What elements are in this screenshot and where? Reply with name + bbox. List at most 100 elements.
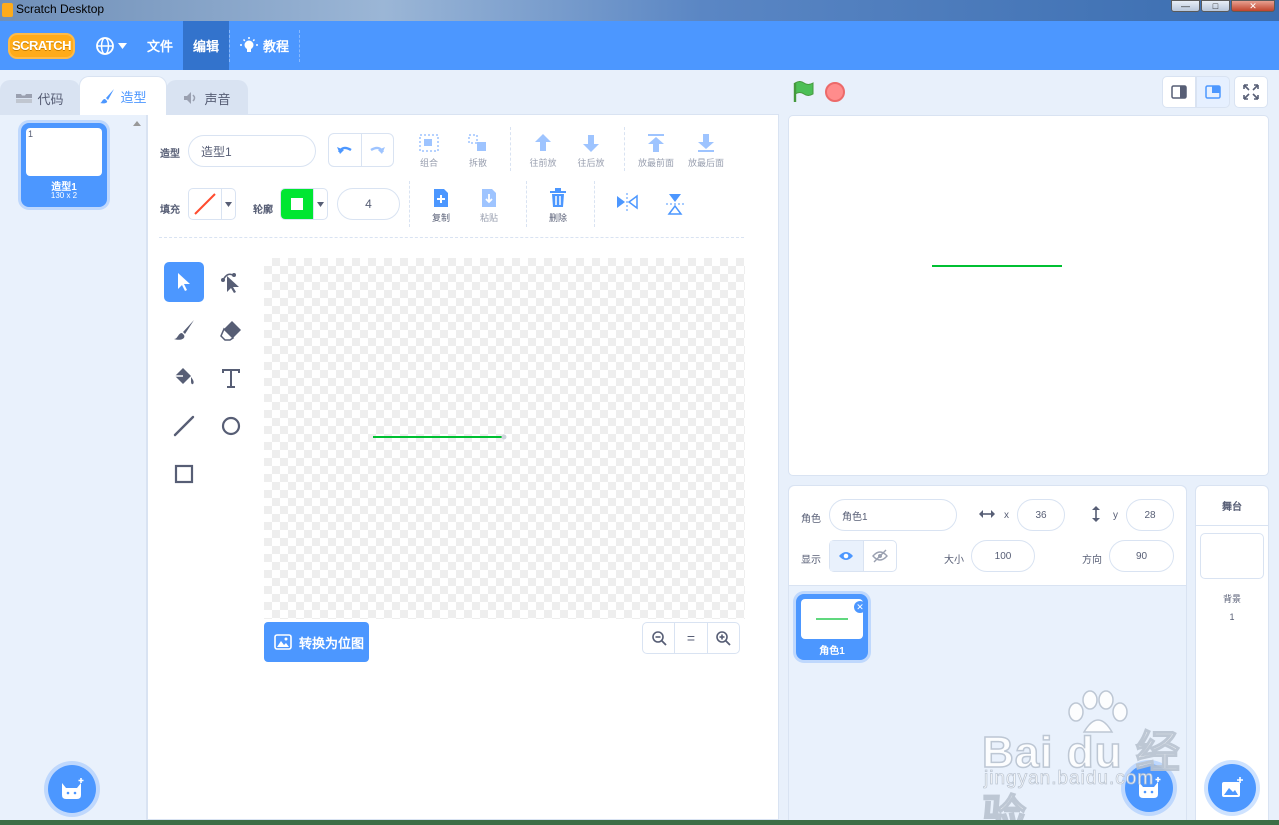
show-sprite-button[interactable] <box>830 541 863 571</box>
group-button[interactable]: 组合 <box>403 133 455 177</box>
copy-button[interactable]: 复制 <box>415 188 467 232</box>
front-button[interactable]: 放最前面 <box>630 133 682 177</box>
small-stage-button[interactable] <box>1162 76 1196 108</box>
close-window-button[interactable]: ✕ <box>1231 0 1275 12</box>
circle-tool[interactable] <box>211 406 251 446</box>
rectangle-tool[interactable] <box>164 454 204 494</box>
fill-color-picker[interactable] <box>188 188 236 220</box>
baidu-watermark: Bai du 经验 jingyan.baidu.com <box>981 690 1212 825</box>
zoom-in-button[interactable] <box>706 623 739 653</box>
choose-costume-button[interactable] <box>48 765 96 813</box>
group-label: 组合 <box>419 158 438 168</box>
ungroup-button[interactable]: 拆散 <box>452 133 504 177</box>
reshape-tool[interactable] <box>211 262 251 302</box>
select-tool[interactable] <box>164 262 204 302</box>
choose-backdrop-button[interactable] <box>1208 764 1256 812</box>
costume-thumbnail <box>26 128 102 176</box>
forward-label: 往前放 <box>529 158 557 168</box>
text-tool[interactable] <box>211 358 251 398</box>
maximize-button[interactable]: □ <box>1201 0 1230 12</box>
window-titlebar: Scratch Desktop — □ ✕ <box>0 0 1279 21</box>
globe-icon <box>96 36 114 55</box>
line-tool[interactable] <box>164 406 204 446</box>
direction-input[interactable]: 90 <box>1109 540 1174 572</box>
paste-icon <box>482 189 496 207</box>
tab-code-label: 代码 <box>37 91 64 107</box>
code-blocks-icon <box>16 94 33 103</box>
arrow-cursor-icon <box>178 273 190 291</box>
sprite-label: 角色 <box>801 514 821 525</box>
scratch-logo[interactable]: SCRATCH <box>8 32 75 59</box>
delete-button[interactable]: 删除 <box>532 188 584 232</box>
forward-button[interactable]: 往前放 <box>517 133 569 177</box>
toolbar-divider <box>594 181 595 227</box>
costume-item[interactable]: 1 造型1 130 x 2 <box>21 123 107 207</box>
outline-inner-square <box>291 198 303 210</box>
backward-button[interactable]: 往后放 <box>565 133 617 177</box>
cat-add-icon <box>62 778 84 799</box>
canvas-drawing <box>373 434 507 440</box>
zoom-out-button[interactable] <box>643 623 674 653</box>
stage-canvas[interactable] <box>788 115 1269 476</box>
sprite-tile[interactable]: ✕ 角色1 <box>796 594 868 660</box>
outline-dropdown[interactable] <box>313 189 327 219</box>
undo-button[interactable] <box>329 134 361 166</box>
delete-sprite-button[interactable]: ✕ <box>854 601 865 613</box>
fill-tool[interactable] <box>164 358 204 398</box>
size-input[interactable]: 100 <box>971 540 1035 572</box>
tab-costumes[interactable]: 造型 <box>79 76 167 115</box>
line-endpoint-handle[interactable] <box>501 434 507 440</box>
size-label: 大小 <box>944 555 964 566</box>
redo-button[interactable] <box>360 134 394 166</box>
tab-sounds[interactable]: 声音 <box>166 80 248 115</box>
outline-color-picker[interactable] <box>280 188 328 220</box>
large-stage-button[interactable] <box>1196 76 1230 108</box>
fill-dropdown[interactable] <box>221 189 235 219</box>
small-stage-icon <box>1171 85 1187 99</box>
group-icon <box>419 134 439 152</box>
brush-icon <box>174 320 194 340</box>
hide-sprite-button[interactable] <box>862 541 897 571</box>
circle-icon <box>221 416 241 436</box>
eraser-tool[interactable] <box>211 310 251 350</box>
back-button[interactable]: 放最后面 <box>680 133 732 177</box>
tutorials-menu[interactable]: 教程 <box>230 21 299 70</box>
paint-bucket-icon <box>175 368 194 385</box>
green-flag-icon[interactable] <box>792 81 816 103</box>
minimize-button[interactable]: — <box>1171 0 1200 12</box>
fullscreen-button[interactable] <box>1234 76 1268 108</box>
zoom-reset-button[interactable]: = <box>674 623 706 653</box>
costume-size: 130 x 2 <box>50 191 78 200</box>
file-menu[interactable]: 文件 <box>137 21 183 70</box>
large-stage-icon <box>1205 85 1221 99</box>
language-menu[interactable] <box>75 21 137 70</box>
toolbar-divider <box>409 181 410 227</box>
stop-button[interactable] <box>825 82 845 102</box>
costume-list-scrollbar[interactable] <box>131 119 143 809</box>
x-input[interactable]: 36 <box>1017 499 1065 531</box>
outline-label: 轮廓 <box>253 205 273 216</box>
tab-code[interactable]: 代码 <box>0 80 80 115</box>
paint-editor: 造型 造型1 组合 拆散 往前放 往后放 放最前面 放最后面 填充 轮廓 4 复… <box>147 114 779 820</box>
scroll-up-arrow[interactable] <box>133 121 141 126</box>
stage-drawing <box>932 265 1062 267</box>
outline-width-input[interactable]: 4 <box>337 188 400 220</box>
taskbar-edge <box>0 820 1279 825</box>
flip-vertical-button[interactable] <box>649 193 701 237</box>
brush-tool[interactable] <box>164 310 204 350</box>
menu-divider <box>299 29 301 62</box>
y-input[interactable]: 28 <box>1126 499 1174 531</box>
convert-to-bitmap-button[interactable]: 转换为位图 <box>264 622 369 662</box>
tutorials-label: 教程 <box>263 39 290 54</box>
costume-name-input[interactable]: 造型1 <box>188 135 316 167</box>
edit-menu[interactable]: 编辑 <box>183 21 230 70</box>
copy-icon <box>434 189 448 207</box>
paint-canvas[interactable] <box>264 258 745 619</box>
stage-backdrop-thumbnail[interactable] <box>1200 533 1264 579</box>
flip-horizontal-button[interactable] <box>601 193 653 237</box>
delete-label: 删除 <box>548 213 567 223</box>
chevron-down-icon <box>118 42 127 49</box>
sprite-name-input[interactable]: 角色1 <box>829 499 957 531</box>
undo-redo-group <box>328 133 394 167</box>
paste-button[interactable]: 粘贴 <box>463 188 515 232</box>
